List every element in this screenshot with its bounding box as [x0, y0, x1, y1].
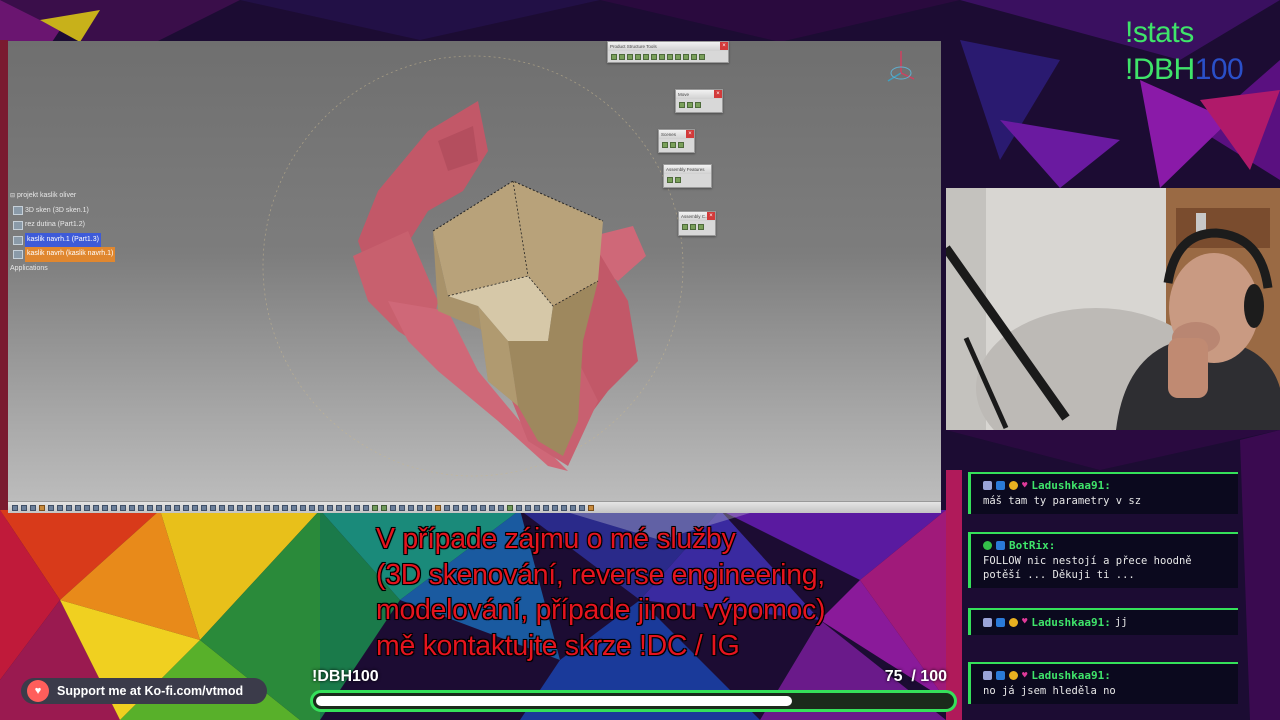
verified-badge-icon	[996, 541, 1005, 550]
goal-count: 75 / 100	[884, 668, 947, 685]
mod-badge-icon	[983, 617, 992, 627]
specification-tree[interactable]: ⊟ projekt kaslik oliver 3D sken (3D sken.…	[10, 189, 116, 277]
chat-message: ♥ Ladushkaa91: jj	[968, 608, 1238, 635]
kofi-banner[interactable]: ♥ Support me at Ko-fi.com/vtmod	[21, 678, 267, 704]
cad-viewport[interactable]: ⊟ projekt kaslik oliver 3D sken (3D sken.…	[8, 41, 941, 513]
verified-badge-icon	[996, 481, 1005, 490]
cad-bottom-toolbar[interactable]	[8, 501, 941, 513]
product-structure-toolbar[interactable]: Product Structure Tools ×	[607, 41, 729, 63]
mod-badge-icon	[983, 481, 992, 490]
move-toolbar[interactable]: Move ×	[675, 89, 723, 113]
chat-panel: ♥ Ladushkaa91: máš tam ty parametry v sz …	[962, 446, 1268, 716]
tree-item-1[interactable]: 3D sken (3D sken.1)	[10, 204, 115, 219]
tree-item-5[interactable]: Applications	[10, 262, 115, 277]
sub-badge-icon	[1009, 481, 1018, 490]
tree-root-icon: ⊟	[10, 193, 16, 199]
sub-badge-icon	[1009, 671, 1018, 680]
promo-subtitle: V případe zájmu o mé služby (3D skenován…	[376, 523, 826, 662]
bot-badge-icon	[983, 541, 992, 550]
heart-badge-icon: ♥	[1022, 670, 1028, 681]
goal-label: !DBH100	[312, 668, 379, 685]
part-icon	[13, 235, 23, 245]
verified-badge-icon	[996, 617, 1005, 627]
3d-model[interactable]	[8, 41, 941, 513]
chat-message: BotRix: FOLLOW nic nestojí a přece hoodn…	[968, 532, 1238, 588]
sub-badge-icon	[1009, 617, 1018, 627]
tree-item-2[interactable]: rez dutina (Part1.2)	[10, 218, 115, 233]
chat-message: ♥ Ladushkaa91: máš tam ty parametry v sz	[968, 472, 1238, 514]
stats-line-1: !stats	[1125, 16, 1194, 49]
goal-progress-bar	[310, 690, 957, 712]
part-icon	[13, 250, 23, 260]
tree-item-0[interactable]: ⊟ projekt kaslik oliver	[10, 189, 115, 204]
scenes-toolbar[interactable]: Scenes ×	[658, 129, 695, 153]
mod-badge-icon	[983, 671, 992, 680]
verified-badge-icon	[996, 671, 1005, 680]
assembly-features-toolbar[interactable]: Assembly Features	[663, 164, 712, 188]
stats-commands: !stats !DBH100	[1125, 14, 1244, 88]
tree-item-3[interactable]: kaslik navrh.1 (Part1.3)	[10, 232, 115, 248]
close-icon[interactable]: ×	[707, 212, 715, 220]
assembly-constraints-toolbar[interactable]: Assembly C... ×	[678, 211, 716, 236]
kofi-text: Support me at Ko-fi.com/vtmod	[57, 684, 244, 698]
part-icon	[13, 220, 23, 230]
heart-badge-icon: ♥	[1022, 480, 1028, 491]
chat-message: ♥ Ladushkaa91: no já jsem hleděla no	[968, 662, 1238, 704]
close-icon[interactable]: ×	[714, 90, 722, 98]
kofi-cup-icon: ♥	[27, 680, 49, 702]
webcam-feed	[946, 188, 1280, 430]
close-icon[interactable]: ×	[720, 42, 728, 50]
close-icon[interactable]: ×	[686, 130, 694, 138]
part-icon	[13, 206, 23, 216]
compass-icon	[887, 51, 915, 82]
heart-badge-icon: ♥	[1022, 617, 1028, 627]
tree-item-4[interactable]: kaslik navrh (kaslik navrh.1)	[10, 247, 116, 262]
stats-line-2: !DBH100	[1125, 53, 1244, 86]
goal-progress-fill	[316, 696, 793, 706]
